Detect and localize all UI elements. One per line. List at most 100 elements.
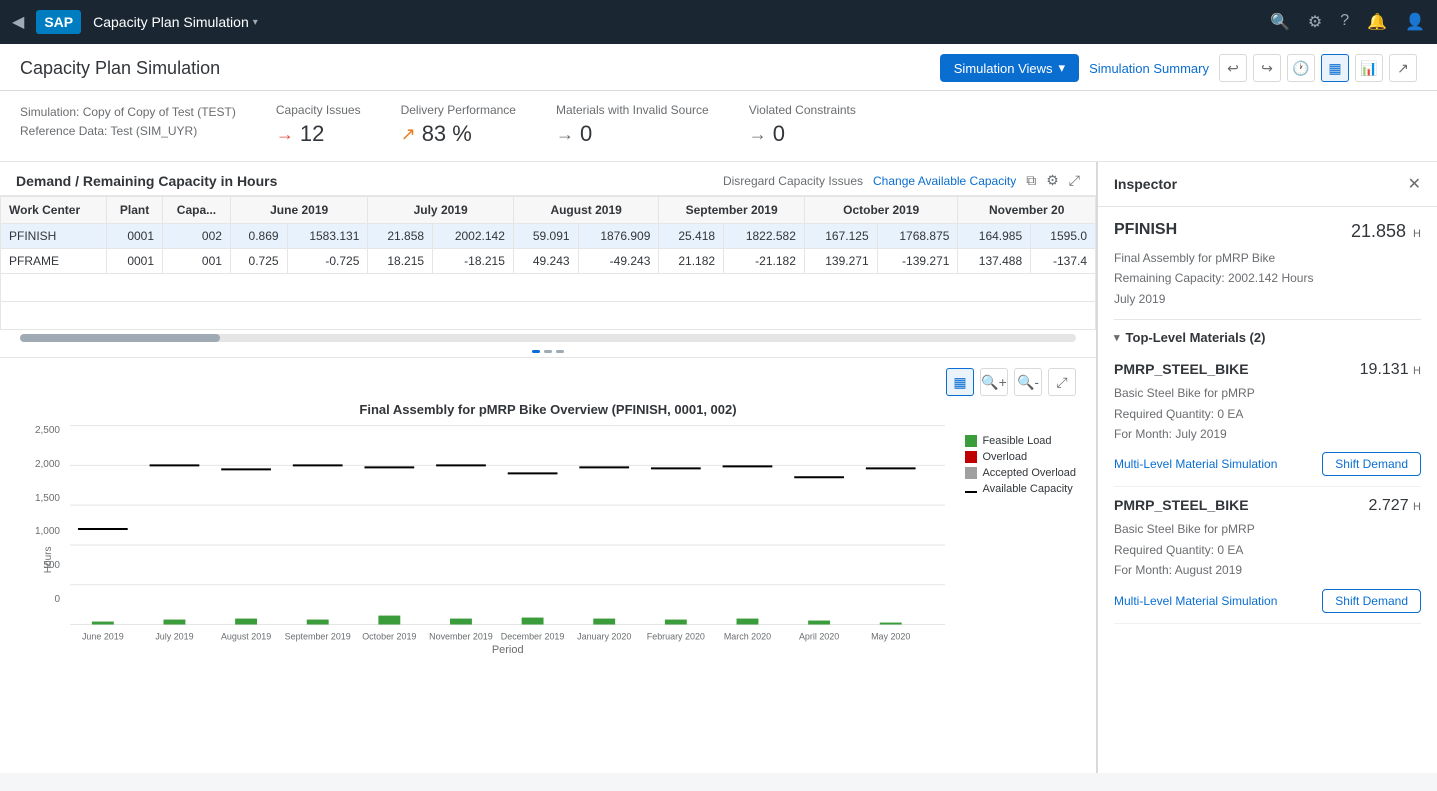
inspector-main-unit: H [1413,228,1421,240]
table-view-button[interactable]: ▦ [1321,54,1349,82]
svg-text:December 2019: December 2019 [501,631,565,641]
table-row[interactable]: PFRAME 0001 001 0.725 -0.725 18.215 -18.… [1,249,1096,274]
undo-button[interactable]: ↩ [1219,54,1247,82]
simulation-summary-link[interactable]: Simulation Summary [1089,61,1209,76]
filter-icon[interactable]: ⧉ [1026,172,1036,189]
material-1-value: 19.131 [1360,361,1409,378]
horizontal-scrollbar[interactable] [20,334,1076,342]
top-level-label: Top-Level Materials (2) [1126,330,1266,345]
svg-text:March 2020: March 2020 [724,631,771,641]
top-level-materials-header[interactable]: ▾ Top-Level Materials (2) [1114,320,1421,351]
col-aug-2019: August 2019 [513,197,659,224]
change-capacity-button[interactable]: Change Available Capacity [873,174,1016,188]
legend-overload: Overload [965,451,1076,463]
user-icon[interactable]: 👤 [1405,12,1425,32]
col-work-center: Work Center [1,197,107,224]
inspector-main-name: PFINISH [1114,221,1177,239]
table-header-actions: Disregard Capacity Issues Change Availab… [723,172,1080,189]
material-2-shift-demand-button[interactable]: Shift Demand [1322,589,1421,613]
material-1-simulation-link[interactable]: Multi-Level Material Simulation [1114,457,1277,471]
chart-mini-navigation [0,346,1096,357]
disregard-capacity-button[interactable]: Disregard Capacity Issues [723,174,863,188]
legend-accepted-color [965,467,977,479]
cell-nov-a: 137.488 [958,249,1031,274]
simulation-views-button[interactable]: Simulation Views ▾ [940,54,1079,82]
fullscreen-button[interactable]: ↗ [1389,54,1417,82]
settings-table-icon[interactable]: ⚙ [1046,172,1059,189]
cell-aug-a: 59.091 [513,224,578,249]
kpi-capacity-issues-label: Capacity Issues [276,103,361,117]
app-title-text: Capacity Plan Simulation [93,14,249,30]
material-1-qty: Required Quantity: 0 EA [1114,404,1421,424]
table-row[interactable]: PFINISH 0001 002 0.869 1583.131 21.858 2… [1,224,1096,249]
kpi-capacity-arrow-icon: → [276,124,294,145]
cell-sep-b: -21.182 [724,249,805,274]
kpi-capacity-issues: Capacity Issues → 12 [276,103,361,147]
cell-plant: 0001 [107,249,163,274]
cell-oct-a: 139.271 [804,249,877,274]
nav-dot-2[interactable] [544,350,552,353]
cell-june-a: 0.725 [230,249,287,274]
page-title: Capacity Plan Simulation [20,58,220,79]
col-june-2019: June 2019 [230,197,367,224]
sap-logo: SAP [36,10,81,34]
nav-dot-3[interactable] [556,350,564,353]
capacity-table: Work Center Plant Capa... June 2019 July… [0,196,1096,330]
notifications-icon[interactable]: 🔔 [1367,12,1387,32]
collapse-icon: ▾ [1114,331,1120,344]
chart-zoom-out-icon[interactable]: 🔍- [1014,368,1042,396]
y-label-2500: 2,500 [35,425,60,436]
simulation-info: Simulation: Copy of Copy of Test (TEST) … [20,103,236,141]
cell-capa: 002 [163,224,231,249]
svg-text:February 2020: February 2020 [647,631,705,641]
main-content: Demand / Remaining Capacity in Hours Dis… [0,162,1437,773]
expand-table-icon[interactable]: ⤢ [1069,172,1080,189]
y-label-2000: 2,000 [35,459,60,470]
legend-accepted-overload: Accepted Overload [965,467,1076,479]
kpi-delivery-label: Delivery Performance [401,103,516,117]
legend-overload-label: Overload [982,451,1027,463]
chart-section: ▦ 🔍+ 🔍- ⤢ Final Assembly for pMRP Bike O… [0,357,1096,773]
cell-oct-a: 167.125 [804,224,877,249]
scrollbar-thumb[interactable] [20,334,220,342]
back-button[interactable]: ◀ [12,12,24,32]
chart-table-icon[interactable]: ▦ [946,368,974,396]
material-1-shift-demand-button[interactable]: Shift Demand [1322,452,1421,476]
kpi-bar: Simulation: Copy of Copy of Test (TEST) … [0,91,1437,162]
ref-value: Test (SIM_UYR) [111,124,198,138]
y-label-1500: 1,500 [35,493,60,504]
chart-view-button[interactable]: 📊 [1355,54,1383,82]
inspector-main-detail1: Remaining Capacity: 2002.142 Hours [1114,268,1421,288]
settings-icon[interactable]: ⚙ [1308,12,1322,32]
left-panel: Demand / Remaining Capacity in Hours Dis… [0,162,1097,773]
material-1-desc: Basic Steel Bike for pMRP [1114,383,1421,403]
nav-dot-1[interactable] [532,350,540,353]
page-header: Capacity Plan Simulation Simulation View… [0,44,1437,91]
search-icon[interactable]: 🔍 [1270,12,1290,32]
toolbar-icons: ↩ ↪ 🕐 ▦ 📊 ↗ [1219,54,1417,82]
kpi-materials-label: Materials with Invalid Source [556,103,709,117]
chart-container: 2,500 2,000 1,500 1,000 500 0 Hours [20,425,1076,656]
cell-july-a: 18.215 [368,249,433,274]
redo-button[interactable]: ↪ [1253,54,1281,82]
chart-expand-icon[interactable]: ⤢ [1048,368,1076,396]
capacity-table-wrapper[interactable]: Work Center Plant Capa... June 2019 July… [0,196,1096,330]
cell-nov-b: 1595.0 [1031,224,1096,249]
material-item-1: PMRP_STEEL_BIKE 19.131 H Basic Steel Bik… [1114,351,1421,487]
material-2-month: For Month: August 2019 [1114,560,1421,580]
chart-zoom-in-icon[interactable]: 🔍+ [980,368,1008,396]
history-button[interactable]: 🕐 [1287,54,1315,82]
help-icon[interactable]: ? [1340,12,1349,32]
legend-avail-cap-color [965,491,977,493]
kpi-violated-arrow-icon: → [749,124,767,145]
inspector-main-value: 21.858 [1351,221,1406,241]
kpi-violated-constraints: Violated Constraints → 0 [749,103,856,147]
cell-work-center: PFINISH [1,224,107,249]
legend-avail-cap-label: Available Capacity [982,483,1072,495]
material-2-value: 2.727 [1369,497,1409,514]
material-2-simulation-link[interactable]: Multi-Level Material Simulation [1114,594,1277,608]
chart-plot-area: Hours [70,425,945,656]
inspector-close-button[interactable]: ✕ [1408,174,1421,194]
chevron-down-icon: ▾ [1059,60,1066,76]
cell-plant: 0001 [107,224,163,249]
